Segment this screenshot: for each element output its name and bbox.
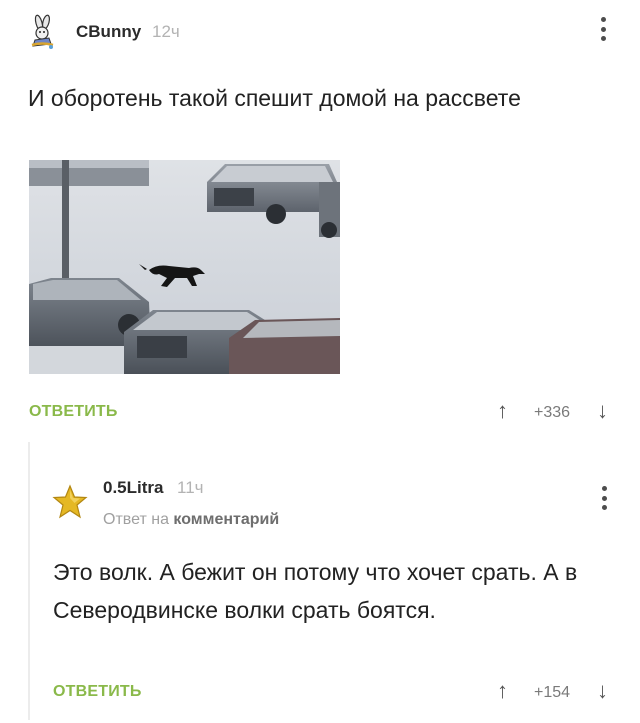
upvote-arrow-icon[interactable]: ↑ [497, 680, 508, 702]
vote-score: +154 [534, 684, 571, 701]
reply-time: 11ч [177, 478, 204, 497]
upvote-arrow-icon[interactable]: ↑ [497, 400, 508, 422]
menu-dot [601, 505, 607, 510]
more-menu-icon[interactable] [600, 486, 608, 510]
comment-text: И оборотень такой спешит домой на рассве… [28, 85, 521, 111]
bunny-avatar-icon [31, 14, 54, 49]
menu-dot [600, 36, 606, 41]
comment-author[interactable]: CBunny [76, 22, 141, 42]
vote-score: +336 [534, 404, 571, 421]
menu-dot [601, 486, 607, 491]
wolf-photo [29, 160, 340, 374]
comment-image[interactable] [29, 160, 340, 374]
comment-time: 12ч [152, 22, 180, 41]
reply-button[interactable]: ОТВЕТИТЬ [29, 403, 118, 421]
menu-dot [600, 26, 606, 32]
avatar[interactable] [52, 484, 88, 520]
reply-text: Это волк. А бежит он потому что хочет ср… [53, 559, 578, 623]
reply-author[interactable]: 0.5Litra [103, 478, 163, 498]
downvote-arrow-icon[interactable]: ↓ [597, 400, 608, 422]
star-avatar-icon [52, 484, 88, 519]
reply-to-link[interactable]: комментарий [173, 511, 279, 528]
avatar[interactable] [27, 14, 57, 50]
menu-dot [600, 17, 606, 22]
thread-branch-line[interactable] [28, 442, 30, 720]
downvote-arrow-icon[interactable]: ↓ [597, 680, 608, 702]
menu-dot [601, 495, 607, 501]
reply-button[interactable]: ОТВЕТИТЬ [53, 683, 142, 701]
more-menu-icon[interactable] [599, 17, 607, 41]
reply-to-line: Ответ на комментарий [103, 511, 279, 529]
reply-to-prefix: Ответ на [103, 511, 169, 528]
